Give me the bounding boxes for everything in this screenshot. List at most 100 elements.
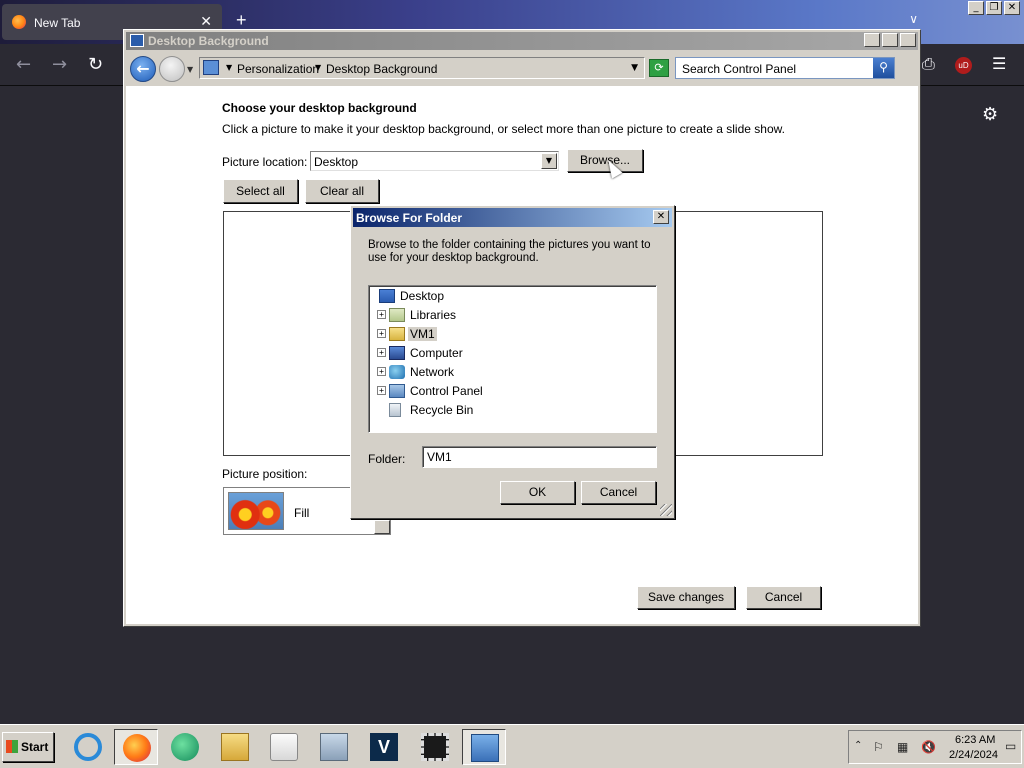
search-input[interactable]: Search Control Panel ⚲	[675, 57, 895, 79]
folder-input[interactable]	[427, 450, 647, 464]
expand-icon[interactable]: +	[377, 367, 386, 376]
folder-field[interactable]	[422, 446, 657, 468]
taskbar: Start V ⌃ ⚐ ▦ 🔇 6:23 AM 2/24/2024 ▭	[0, 724, 1024, 768]
save-changes-button[interactable]: Save changes	[637, 586, 735, 609]
expand-icon[interactable]: +	[377, 386, 386, 395]
network-tray-icon[interactable]: ▦	[897, 740, 908, 754]
minimize-button[interactable]: _	[968, 1, 984, 15]
cancel-button[interactable]: Cancel	[746, 586, 821, 609]
address-bar[interactable]: ▼ Personalization ▼ Desktop Background ▼	[199, 57, 645, 79]
window-title-bar[interactable]: Desktop Background _ ❐ ✕	[126, 32, 918, 50]
internet-explorer-glyph	[74, 733, 102, 761]
control-panel-tools-glyph	[320, 733, 348, 761]
list-all-tabs-icon[interactable]: ∨	[909, 12, 918, 26]
chevron-down-icon[interactable]	[374, 520, 390, 534]
menu-icon[interactable]: ☰	[992, 54, 1006, 73]
control-panel-icon	[203, 60, 219, 75]
action-center-flag-icon[interactable]: ⚐	[873, 740, 884, 754]
close-tab-icon[interactable]: ✕	[200, 13, 212, 30]
page-heading: Choose your desktop background	[222, 101, 417, 115]
new-tab-button[interactable]: +	[236, 10, 247, 31]
address-bar-row: ← ▼ ▼ Personalization ▼ Desktop Backgrou…	[126, 52, 918, 84]
dialog-title-bar[interactable]: Browse For Folder ✕	[353, 208, 672, 227]
breadcrumb-arrow-icon[interactable]: ▼	[315, 63, 321, 72]
firefox-glyph	[123, 734, 151, 762]
desktop-icon	[379, 289, 395, 303]
back-icon[interactable]: ←	[16, 54, 31, 75]
dialog-close-button[interactable]: ✕	[653, 210, 669, 224]
show-hidden-icons-icon[interactable]: ⌃	[854, 740, 862, 751]
breadcrumb-arrow-icon[interactable]: ▼	[226, 63, 232, 72]
tree-item-label: Network	[410, 365, 455, 379]
tree-item-label: Libraries	[410, 308, 457, 322]
breadcrumb-desktop-background[interactable]: Desktop Background	[326, 62, 437, 76]
ublock-icon[interactable]: uD	[955, 57, 972, 74]
v18-app-icon[interactable]: V	[362, 729, 406, 765]
window-maximize-button[interactable]: ❐	[882, 33, 898, 47]
window-close-button[interactable]: ✕	[900, 33, 916, 47]
tab-title: New Tab	[34, 16, 81, 30]
tree-item-label: Recycle Bin	[410, 403, 474, 417]
file-explorer-glyph	[221, 733, 249, 761]
clock-time[interactable]: 6:23 AM	[955, 734, 995, 746]
chat-app-icon[interactable]	[163, 729, 207, 765]
system-tray: ⌃ ⚐ ▦ 🔇 6:23 AM 2/24/2024 ▭	[848, 730, 1022, 764]
libraries-icon	[389, 308, 405, 322]
forward-icon[interactable]: →	[52, 54, 67, 75]
refresh-button[interactable]: ⟳	[649, 59, 669, 77]
picture-position-value: Fill	[294, 506, 310, 520]
settings-gear-icon[interactable]: ⚙	[982, 104, 998, 125]
show-desktop-icon[interactable]: ▭	[1005, 739, 1016, 753]
clock-date[interactable]: 2/24/2024	[949, 749, 998, 761]
dialog-title: Browse For Folder	[356, 211, 463, 225]
breadcrumb-personalization[interactable]: Personalization	[237, 62, 319, 76]
forward-button[interactable]	[159, 56, 185, 82]
start-button[interactable]: Start	[2, 732, 54, 762]
select-all-button[interactable]: Select all	[223, 179, 298, 203]
media-player-icon[interactable]	[262, 729, 306, 765]
folder-label: Folder:	[368, 452, 406, 466]
expand-icon[interactable]: +	[377, 348, 386, 357]
window-minimize-button[interactable]: _	[864, 33, 880, 47]
search-icon[interactable]: ⚲	[873, 58, 894, 78]
picture-position-label: Picture position:	[222, 467, 308, 481]
display-settings-icon[interactable]	[462, 729, 506, 765]
folder-tree[interactable]: Desktop + Libraries + VM1 + Computer + N…	[368, 285, 657, 433]
search-placeholder: Search Control Panel	[682, 62, 797, 76]
display-settings-glyph	[471, 734, 499, 762]
file-explorer-icon[interactable]	[213, 729, 257, 765]
dialog-cancel-button[interactable]: Cancel	[581, 481, 656, 504]
tree-item-label: Control Panel	[410, 384, 483, 398]
back-button[interactable]: ←	[130, 56, 156, 82]
expand-icon[interactable]: +	[377, 310, 386, 319]
recycle-bin-icon	[389, 403, 401, 417]
video-editor-icon[interactable]	[413, 729, 457, 765]
address-dropdown-icon[interactable]: ▼	[631, 63, 638, 73]
network-icon	[389, 365, 405, 379]
tree-item-label: VM1	[408, 327, 437, 341]
picture-location-label: Picture location:	[222, 155, 308, 169]
window-title: Desktop Background	[148, 34, 269, 48]
clear-all-button[interactable]: Clear all	[305, 179, 379, 203]
windows-logo-icon	[6, 740, 18, 753]
extensions-icon[interactable]: ⎙	[922, 54, 935, 74]
page-description: Click a picture to make it your desktop …	[222, 122, 785, 136]
recent-pages-dropdown-icon[interactable]: ▼	[187, 65, 193, 74]
window-controls: _ ❐ ✕	[864, 33, 916, 47]
restore-button[interactable]: ❐	[986, 1, 1002, 15]
chevron-down-icon[interactable]: ▼	[541, 153, 557, 169]
internet-explorer-icon[interactable]	[66, 729, 110, 765]
firefox-icon[interactable]	[114, 729, 158, 765]
control-panel-icon	[130, 34, 144, 47]
reload-icon[interactable]: ↻	[88, 54, 103, 75]
expand-icon[interactable]: +	[377, 329, 386, 338]
start-label: Start	[21, 740, 49, 754]
ok-button[interactable]: OK	[500, 481, 575, 504]
volume-muted-icon[interactable]: 🔇	[921, 740, 936, 754]
picture-location-select[interactable]: Desktop ▼	[310, 151, 559, 171]
control-panel-icon	[389, 384, 405, 398]
close-button[interactable]: ✕	[1004, 1, 1020, 15]
control-panel-tools-icon[interactable]	[312, 729, 356, 765]
media-player-glyph	[270, 733, 298, 761]
resize-grip-icon[interactable]	[660, 504, 672, 516]
